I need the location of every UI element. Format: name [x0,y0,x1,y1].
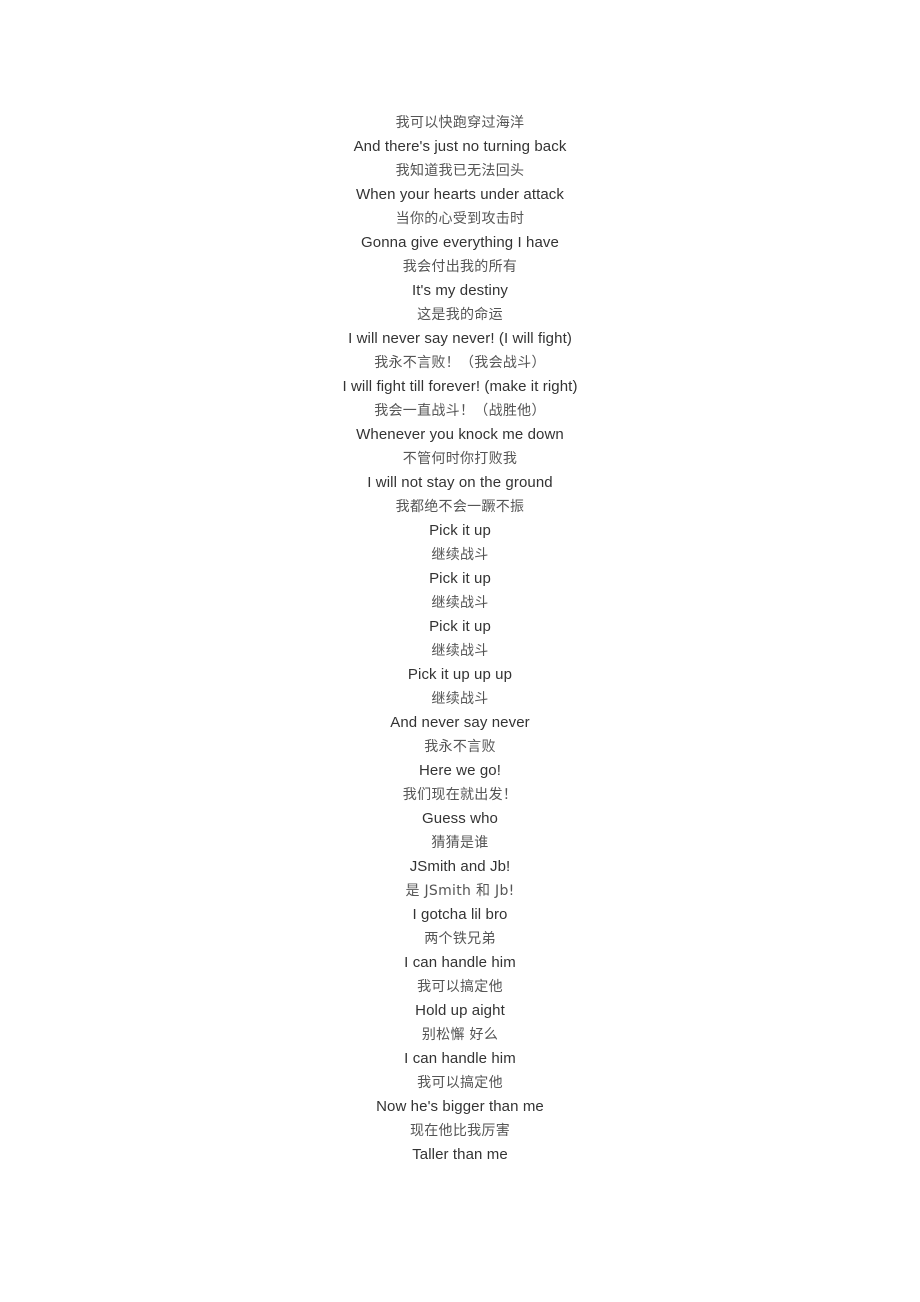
lyric-line-zh: 继续战斗 [431,595,489,611]
lyric-line-zh: 继续战斗 [431,643,489,659]
lyric-line-en: Pick it up up up [407,666,513,683]
lyric-line-en: I will never say never! (I will fight) [348,330,572,347]
lyric-line-zh: 继续战斗 [431,547,489,563]
lyric-line-en: Pick it up [429,522,491,539]
lyrics-page: 我可以快跑穿过海洋 And there's just no turning bac… [0,0,920,1302]
lyric-line-zh: 我都绝不会一蹶不振 [395,499,525,515]
lyric-line-en: Here we go! [419,762,501,779]
lyric-line-zh: 我可以搞定他 [417,1075,503,1091]
lyric-line-en: Hold up aight [415,1002,505,1019]
lyric-line-zh: 我会一直战斗！（战胜他） [374,403,546,419]
lyric-line-en: Guess who [422,810,498,827]
lyric-line-en: When your hearts under attack [355,186,564,203]
lyric-line-en: Pick it up [429,618,491,635]
lyric-line-zh: 猜猜是谁 [431,835,489,851]
lyric-line-en: Pick it up [429,570,491,587]
lyric-line-en: And never say never [390,714,530,731]
lyrics-container: 我可以快跑穿过海洋 And there's just no turning bac… [0,111,920,1167]
lyric-line-en: I can handle him [404,954,516,971]
lyric-line-zh: 我们现在就出发！ [402,787,518,803]
lyric-line-en: I will not stay on the ground [367,474,553,491]
lyric-line-zh: 我可以快跑穿过海洋 [395,115,525,131]
lyric-line-zh: 我永不言败！（我会战斗） [374,355,546,371]
lyric-line-en: Now he's bigger than me [376,1098,544,1115]
lyric-line-en: I can handle him [404,1050,516,1067]
lyric-line-en: It's my destiny [411,282,509,299]
lyric-line-zh: 我会付出我的所有 [402,259,518,275]
lyric-line-zh: 继续战斗 [431,691,489,707]
lyric-line-zh: 当你的心受到攻击时 [395,211,525,227]
lyric-line-zh: 这是我的命运 [417,307,503,323]
lyric-line-en: Whenever you knock me down [356,426,564,443]
lyric-line-en: I gotcha lil bro [412,906,508,923]
lyric-line-en: And there's just no turning back [353,138,567,155]
lyric-line-zh: 我永不言败 [424,739,496,755]
lyric-line-zh: 现在他比我厉害 [409,1123,511,1139]
lyric-line-zh: 我可以搞定他 [417,979,503,995]
lyric-line-zh: 两个铁兄弟 [424,931,496,947]
lyric-line-en: JSmith and Jb! [409,858,511,875]
lyric-line-en: Gonna give everything I have [361,234,559,251]
lyric-line-en: I will fight till forever! (make it righ… [342,378,578,395]
lyric-line-zh: 别松懈 好么 [421,1027,499,1043]
lyric-line-zh: 不管何时你打败我 [402,451,518,467]
lyric-line-zh: 我知道我已无法回头 [395,163,525,179]
lyric-line-en: Taller than me [412,1146,508,1163]
lyric-line-zh: 是 JSmith 和 Jb! [405,883,515,899]
